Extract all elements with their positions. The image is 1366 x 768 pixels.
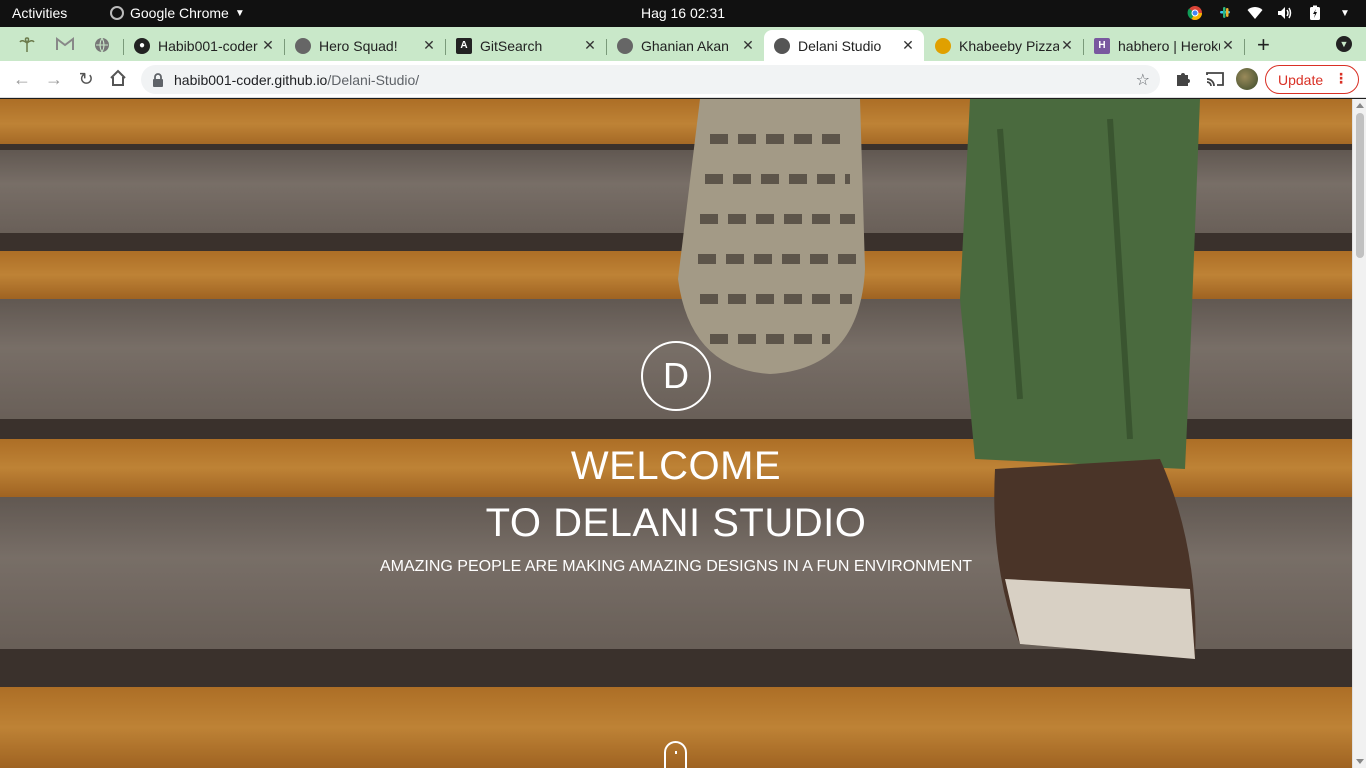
hero-heading-line1: WELCOME — [570, 444, 782, 488]
chrome-app-icon — [110, 6, 124, 20]
tab-habhero[interactable]: H habhero | Heroku ✕ — [1084, 30, 1244, 61]
back-arrow-icon[interactable]: ← — [12, 69, 32, 89]
reload-icon[interactable]: ↻ — [76, 69, 96, 89]
heroku-icon: H — [1094, 37, 1110, 54]
system-top-bar: Activities Google Chrome ▼ Hag 16 02:31 … — [0, 0, 1366, 27]
menu-kebab-icon[interactable]: ⋮ — [1334, 70, 1348, 87]
tab-strip: ● Habib001-coder ✕ Hero Squad! ✕ A GitSe… — [0, 27, 1366, 61]
wifi-icon[interactable] — [1246, 4, 1264, 22]
angular-icon: A — [456, 37, 472, 54]
logo-letter: D — [663, 355, 689, 396]
close-icon[interactable]: ✕ — [740, 37, 756, 54]
leg-and-boot-illustration — [960, 99, 1200, 659]
url-path: /Delani-Studio/ — [327, 71, 420, 88]
hero-heading-line2: TO DELANI STUDIO — [485, 501, 867, 545]
page-viewport: D WELCOME TO DELANI STUDIO AMAZING PEOPL… — [0, 99, 1352, 768]
tab-ghanian-akan[interactable]: Ghanian Akan ✕ — [607, 30, 764, 61]
new-tab-plus-icon[interactable]: + — [1257, 32, 1270, 58]
tab-search-chevron-icon[interactable]: ▼ — [1336, 36, 1352, 52]
close-icon[interactable]: ✕ — [900, 37, 916, 54]
github-icon: ● — [134, 37, 150, 54]
scroll-down-mouse-icon[interactable] — [664, 741, 687, 768]
tab-title: Khabeeby Pizza — [959, 37, 1059, 54]
tab-title: habhero | Heroku — [1118, 37, 1220, 54]
hero-tagline: AMAZING PEOPLE ARE MAKING AMAZING DESIGN… — [379, 558, 973, 575]
browser-toolbar: ← → ↻ habib001-coder.github.io/Delani-St… — [0, 61, 1366, 98]
activities-button[interactable]: Activities — [12, 5, 67, 21]
close-icon[interactable]: ✕ — [1220, 37, 1236, 54]
tab-gitsearch[interactable]: A GitSearch ✕ — [446, 30, 606, 61]
slack-icon[interactable] — [1216, 4, 1234, 22]
system-tray[interactable]: ▼ — [1186, 4, 1354, 22]
chrome-icon[interactable] — [1186, 4, 1204, 22]
mouse-wheel — [675, 751, 677, 754]
scroll-up-arrow-icon[interactable] — [1356, 103, 1364, 108]
tab-title: Delani Studio — [798, 37, 882, 54]
tab-title: Hero Squad! — [319, 37, 398, 54]
close-icon[interactable]: ✕ — [582, 37, 598, 54]
tab-khabeeby-pizza[interactable]: Khabeeby Pizza ✕ — [925, 30, 1083, 61]
globe-icon — [295, 37, 311, 54]
chevron-down-icon[interactable]: ▼ — [1336, 4, 1354, 22]
tab-title: Ghanian Akan — [641, 37, 729, 54]
studio-logo[interactable]: D — [641, 341, 711, 411]
forward-arrow-icon[interactable]: → — [44, 69, 64, 89]
tab-separator — [1244, 39, 1245, 55]
pinned-tab-globe-icon[interactable] — [94, 37, 110, 53]
bookmark-star-icon[interactable]: ☆ — [1136, 70, 1150, 90]
pinned-tab-gmail-icon[interactable] — [56, 37, 74, 53]
app-menu[interactable]: Google Chrome ▼ — [110, 5, 245, 21]
close-icon[interactable]: ✕ — [421, 37, 437, 54]
sneaker-illustration — [678, 99, 865, 374]
scroll-down-arrow-icon[interactable] — [1356, 759, 1364, 764]
volume-icon[interactable] — [1276, 4, 1294, 22]
pinned-tab-palm-icon[interactable] — [19, 37, 35, 53]
tab-delani-studio[interactable]: Delani Studio ✕ — [764, 30, 924, 61]
tab-title: GitSearch — [480, 37, 543, 54]
close-icon[interactable]: ✕ — [1059, 37, 1075, 54]
pizza-icon — [935, 37, 951, 54]
update-label: Update — [1278, 71, 1324, 88]
update-button[interactable]: Update ⋮ — [1265, 65, 1359, 94]
chevron-down-icon: ▼ — [234, 7, 245, 19]
profile-avatar[interactable] — [1236, 68, 1258, 90]
battery-icon[interactable] — [1306, 4, 1324, 22]
tab-habib001-coder[interactable]: ● Habib001-coder ✕ — [124, 30, 284, 61]
extensions-puzzle-icon[interactable] — [1174, 70, 1192, 93]
url-host: habib001-coder.github.io — [174, 71, 328, 88]
lock-icon[interactable] — [152, 72, 164, 87]
app-menu-label: Google Chrome — [130, 5, 229, 21]
tab-title: Habib001-coder — [158, 37, 258, 54]
close-icon[interactable]: ✕ — [260, 37, 276, 54]
cast-icon[interactable] — [1206, 71, 1224, 92]
home-icon[interactable] — [108, 69, 128, 89]
scrollbar-thumb[interactable] — [1356, 113, 1364, 258]
page-scrollbar[interactable] — [1352, 99, 1366, 768]
globe-icon — [617, 37, 633, 54]
address-bar[interactable]: habib001-coder.github.io/Delani-Studio/ … — [141, 65, 1160, 94]
globe-icon — [774, 37, 790, 54]
tab-hero-squad[interactable]: Hero Squad! ✕ — [285, 30, 445, 61]
